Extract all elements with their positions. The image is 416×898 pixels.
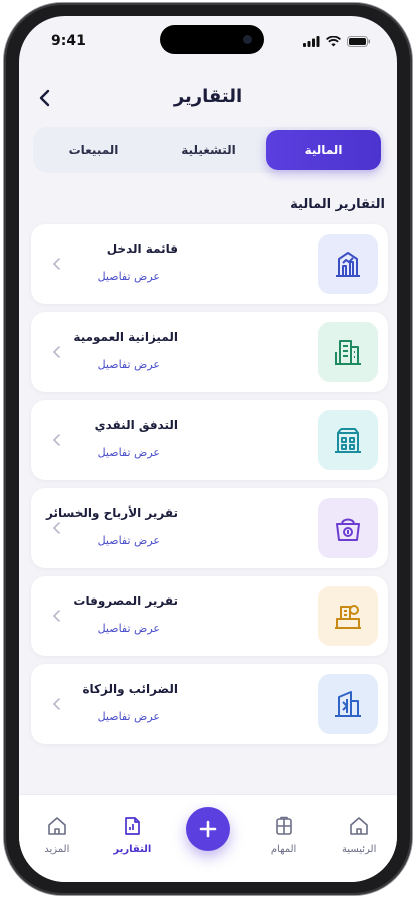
tab-sales[interactable]: المبيعات — [36, 130, 151, 170]
building-chart-icon — [318, 234, 378, 294]
report-name: الميزانية العمومية — [73, 330, 178, 344]
page-title: التقارير — [173, 86, 243, 107]
report-name: الضرائب والزكاة — [82, 682, 178, 696]
nav-label: المزيد — [44, 844, 70, 855]
reports-icon — [125, 817, 141, 835]
chevron-left-icon — [52, 698, 60, 710]
signal-icon — [303, 36, 320, 47]
battery-icon — [347, 36, 370, 47]
status-bar: 9:41 — [19, 16, 397, 66]
report-card-profit-loss[interactable]: تقرير الأرباح والخسائر عرض تفاصيل — [31, 488, 388, 568]
view-details-link[interactable]: عرض تفاصيل — [98, 446, 160, 459]
section-title: التقارير المالية — [290, 197, 385, 212]
view-details-link[interactable]: عرض تفاصيل — [98, 710, 160, 723]
report-card-income-statement[interactable]: قائمة الدخل عرض تفاصيل — [31, 224, 388, 304]
top-app-bar: التقارير — [19, 76, 397, 120]
view-details-link[interactable]: عرض تفاصيل — [98, 534, 160, 547]
tab-financial[interactable]: المالية — [266, 130, 381, 170]
view-details-link[interactable]: عرض تفاصيل — [98, 622, 160, 635]
nav-more[interactable]: المزيد — [19, 795, 95, 882]
status-time: 9:41 — [51, 33, 86, 49]
chevron-left-icon — [52, 610, 60, 622]
nav-reports[interactable]: التقارير — [95, 795, 171, 882]
report-tabs: المالية التشغيلية المبيعات — [33, 127, 384, 173]
chevron-left-icon — [52, 258, 60, 270]
report-card-taxes-zakat[interactable]: الضرائب والزكاة عرض تفاصيل — [31, 664, 388, 744]
system-icons — [303, 36, 371, 47]
report-list: قائمة الدخل عرض تفاصيل الميزانية العمومي… — [31, 224, 388, 752]
expenses-icon — [318, 586, 378, 646]
plus-icon — [199, 820, 217, 838]
nav-tasks[interactable]: المهام — [246, 795, 322, 882]
report-name: تقرير الأرباح والخسائر — [46, 506, 178, 520]
report-name: تقرير المصروفات — [73, 594, 178, 608]
home-outline-icon — [47, 817, 66, 835]
nav-label: المهام — [270, 844, 297, 855]
home-icon — [350, 817, 368, 835]
bottom-navigation: المزيد التقارير المهام الرئيسية — [19, 794, 397, 882]
view-details-link[interactable]: عرض تفاصيل — [98, 358, 160, 371]
profit-loss-icon — [318, 498, 378, 558]
chevron-left-icon — [52, 434, 60, 446]
phone-frame: 9:41 التقارير المالية التشغيلية المبيعات… — [4, 3, 412, 895]
chevron-left-icon — [52, 346, 60, 358]
chevron-left-icon — [52, 522, 60, 534]
balance-sheet-icon — [318, 322, 378, 382]
tasks-icon — [275, 816, 292, 835]
camera-icon — [243, 35, 252, 44]
report-card-balance-sheet[interactable]: الميزانية العمومية عرض تفاصيل — [31, 312, 388, 392]
cash-flow-icon — [318, 410, 378, 470]
view-details-link[interactable]: عرض تفاصيل — [98, 270, 160, 283]
nav-label: التقارير — [113, 844, 152, 855]
dynamic-island — [160, 25, 264, 54]
report-card-cash-flow[interactable]: التدفق النقدي عرض تفاصيل — [31, 400, 388, 480]
app-screen: 9:41 التقارير المالية التشغيلية المبيعات… — [19, 16, 397, 882]
tab-operational[interactable]: التشغيلية — [151, 130, 266, 170]
report-name: قائمة الدخل — [106, 242, 178, 256]
wifi-icon — [326, 36, 341, 47]
tax-icon — [318, 674, 378, 734]
report-card-expenses[interactable]: تقرير المصروفات عرض تفاصيل — [31, 576, 388, 656]
nav-add — [170, 795, 246, 882]
add-button[interactable] — [185, 807, 230, 851]
nav-label: الرئيسية — [341, 844, 377, 855]
nav-home[interactable]: الرئيسية — [321, 795, 397, 882]
report-name: التدفق النقدي — [94, 418, 178, 432]
